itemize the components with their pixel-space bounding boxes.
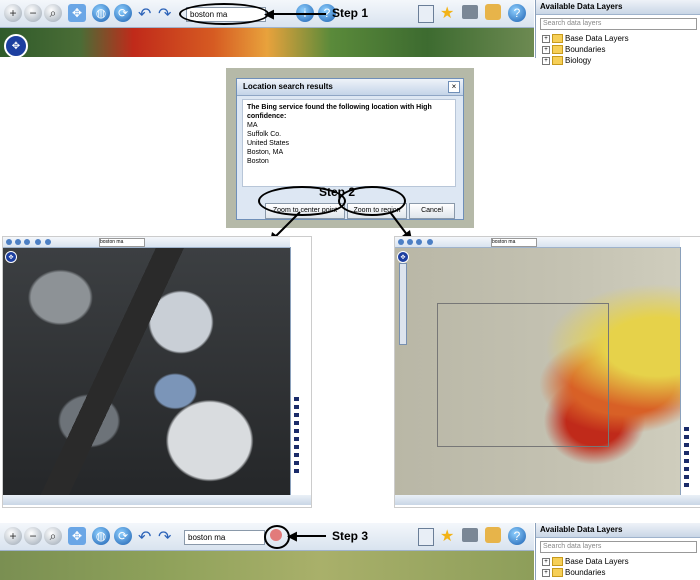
legend-swatch bbox=[684, 459, 689, 463]
legend-swatch bbox=[684, 443, 689, 447]
add-layer-icon[interactable] bbox=[418, 528, 434, 546]
legend-swatch bbox=[684, 475, 689, 479]
screenshot-zoom-region: boston ma ✥ bbox=[394, 236, 700, 508]
location-search-input[interactable]: boston ma bbox=[184, 530, 265, 545]
pan-navigator-icon[interactable]: ✥ bbox=[397, 251, 409, 263]
legend-swatch bbox=[684, 427, 689, 431]
tree-item[interactable]: + Boundaries bbox=[542, 567, 700, 578]
mini-icon bbox=[35, 239, 41, 245]
pan-icon[interactable]: ✥ bbox=[68, 527, 86, 545]
mini-icon bbox=[407, 239, 413, 245]
zoom-in-icon[interactable]: + bbox=[4, 527, 22, 545]
legend-swatch bbox=[294, 413, 299, 417]
refresh-icon[interactable]: ⟳ bbox=[114, 527, 132, 545]
star-icon[interactable]: ★ bbox=[440, 526, 454, 546]
step3-arrowhead: ◀ bbox=[287, 528, 297, 543]
mini-icon bbox=[6, 239, 12, 245]
zoom-region-rectangle bbox=[437, 303, 609, 447]
mini-icon bbox=[398, 239, 404, 245]
zoom-box-icon[interactable]: ⌕ bbox=[44, 527, 62, 545]
step3-arrow bbox=[292, 535, 326, 537]
mini-icon bbox=[416, 239, 422, 245]
legend-swatch bbox=[294, 453, 299, 457]
mini-search-input[interactable]: boston ma bbox=[491, 238, 537, 247]
mini-search-input[interactable]: boston ma bbox=[99, 238, 145, 247]
mini-footer bbox=[395, 495, 700, 505]
mini-side-panel bbox=[680, 247, 700, 495]
map-strip-bottom[interactable] bbox=[0, 551, 534, 580]
legend-swatch bbox=[294, 461, 299, 465]
step3-label: Step 3 bbox=[332, 529, 369, 543]
panel-title: Available Data Layers bbox=[536, 523, 700, 538]
zoom-out-icon[interactable]: − bbox=[24, 527, 42, 545]
layer-tree: + Base Data Layers + Boundaries bbox=[536, 556, 700, 578]
redo-icon[interactable]: ↷ bbox=[158, 527, 171, 547]
legend-swatch bbox=[294, 445, 299, 449]
legend-swatch bbox=[684, 451, 689, 455]
mini-icon bbox=[427, 239, 433, 245]
mini-toolbar: boston ma bbox=[3, 237, 290, 248]
aerial-map[interactable] bbox=[3, 248, 290, 495]
zoom-slider[interactable] bbox=[399, 263, 407, 345]
legend-swatch bbox=[294, 437, 299, 441]
mini-toolbar: boston ma bbox=[395, 237, 680, 248]
export-icon[interactable] bbox=[485, 527, 501, 543]
legend-swatch bbox=[294, 397, 299, 401]
print-icon[interactable] bbox=[462, 528, 478, 542]
data-layers-panel-bottom: Available Data Layers Search data layers… bbox=[535, 523, 700, 580]
mini-side-panel bbox=[290, 247, 311, 495]
globe-icon[interactable]: ◍ bbox=[92, 527, 110, 545]
layer-search-input[interactable]: Search data layers bbox=[540, 541, 697, 553]
help-icon[interactable]: ? bbox=[508, 527, 526, 545]
legend-swatch bbox=[294, 429, 299, 433]
pan-navigator-icon[interactable]: ✥ bbox=[5, 251, 17, 263]
bottom-toolbar: + − ⌕ ✥ ◍ ⟳ ↶ ↷ boston ma ◀ Step 3 ★ ? bbox=[0, 523, 534, 551]
legend-swatch bbox=[684, 483, 689, 487]
screenshot-center-point: boston ma ✥ bbox=[2, 236, 312, 508]
mini-icon bbox=[24, 239, 30, 245]
mini-footer bbox=[3, 495, 311, 505]
tree-item[interactable]: + Base Data Layers bbox=[542, 556, 700, 567]
legend-swatch bbox=[294, 421, 299, 425]
legend-swatch bbox=[684, 435, 689, 439]
undo-icon[interactable]: ↶ bbox=[138, 527, 151, 547]
legend-swatch bbox=[294, 469, 299, 473]
mini-icon bbox=[15, 239, 21, 245]
mini-icon bbox=[45, 239, 51, 245]
legend-swatch bbox=[684, 467, 689, 471]
legend-swatch bbox=[294, 405, 299, 409]
